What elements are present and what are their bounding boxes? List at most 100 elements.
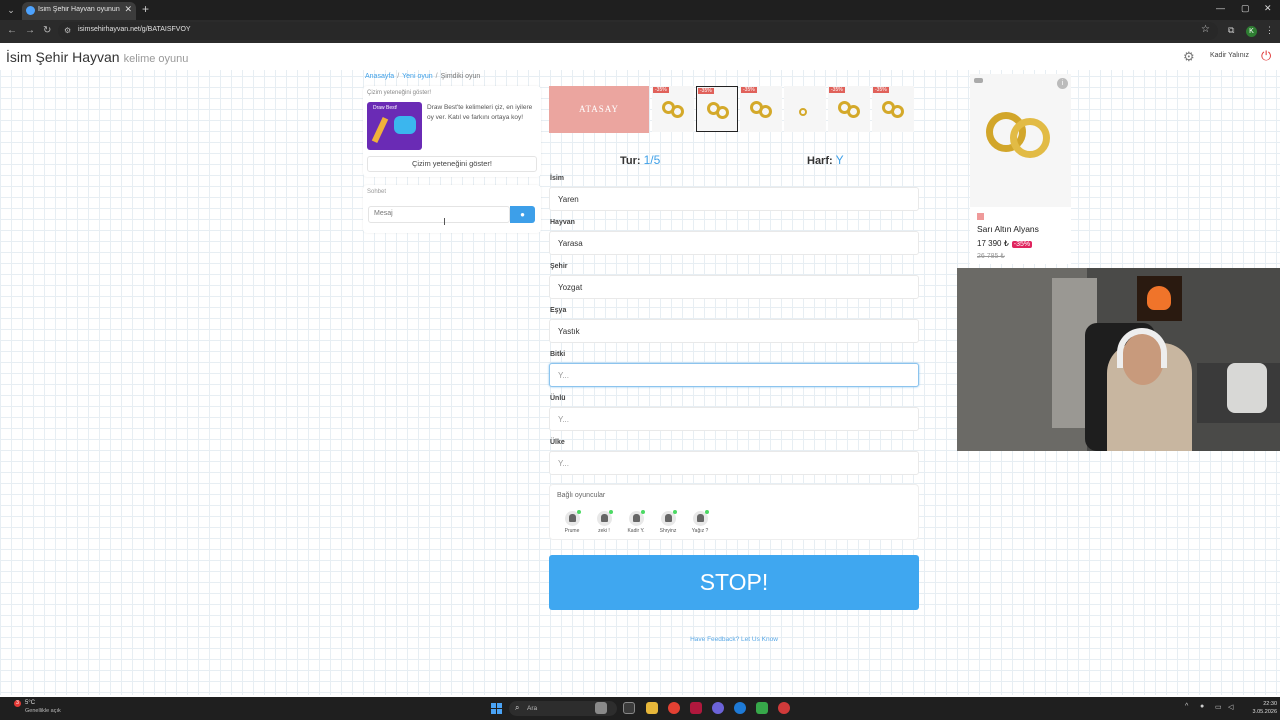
weather-badge[interactable]: 3 (14, 700, 21, 707)
chrome-icon[interactable] (668, 702, 680, 714)
app-icon[interactable] (756, 702, 768, 714)
back-icon[interactable]: ← (7, 25, 17, 36)
username[interactable]: Kadir Yalınız (1210, 52, 1249, 59)
players-title: Bağlı oyuncular (557, 492, 606, 499)
player-item[interactable]: Kadir Y. (623, 510, 649, 534)
promo-button[interactable]: Çizim yeteneğini göster! (367, 156, 537, 172)
ad-thumb[interactable]: -35% (652, 86, 694, 132)
tab-search-icon[interactable]: ⌄ (4, 3, 18, 17)
old-price: 26 785 ₺ (977, 253, 1005, 260)
search-icon: ⌕ (515, 703, 520, 712)
ad-strip: ATASAY -35% -35% -35% -35% -35% (549, 84, 919, 134)
new-tab-button[interactable]: + (142, 2, 149, 16)
plant-input[interactable]: Y... (549, 363, 919, 387)
site-info-icon[interactable]: ⚙ (64, 26, 71, 35)
ring-icon (759, 105, 772, 118)
chat-send-button[interactable]: ● (510, 206, 535, 223)
player-item[interactable]: Yağız ? (687, 510, 713, 534)
breadcrumb-new-game[interactable]: Yeni oyun (402, 73, 433, 80)
ad-logo[interactable]: ATASAY (549, 86, 649, 133)
app-icon[interactable] (690, 702, 702, 714)
tray-chevron-icon[interactable]: ^ (1185, 703, 1188, 710)
ad-thumb[interactable] (784, 86, 826, 132)
ad-choice-icon[interactable] (974, 78, 983, 83)
player-item[interactable]: Prume (559, 510, 585, 534)
field-label-country: Ülke (550, 439, 565, 446)
forward-icon[interactable]: → (25, 25, 35, 36)
search-placeholder: Ara (527, 705, 538, 712)
feedback-link[interactable]: Have Feedback? Let Us Know (549, 636, 919, 643)
address-bar[interactable]: ⚙ isimsehirhayvan.net/g/BATAISFVOY ☆ (58, 22, 1218, 40)
browser-tab[interactable]: İsim Şehir Hayvan oyununa kat ✕ (22, 2, 136, 20)
ad-thumb[interactable]: -35% (740, 86, 782, 132)
animal-input[interactable]: Yarasa (549, 231, 919, 255)
cam-chair (1227, 363, 1267, 413)
player-name: zeki ! (598, 528, 610, 534)
ring-icon (1010, 118, 1050, 158)
player-name: Yağız ? (691, 528, 709, 534)
user-icon (596, 510, 613, 526)
widget-icon[interactable] (595, 702, 607, 714)
app-icon[interactable] (778, 702, 790, 714)
celebrity-input[interactable]: Y... (549, 407, 919, 431)
extensions-icon[interactable]: ⧉ (1228, 25, 1234, 36)
gear-icon[interactable]: ⚙ (1183, 49, 1195, 65)
letter-indicator: Harf: Y (807, 153, 844, 167)
stop-button[interactable]: STOP! (549, 555, 919, 610)
promo-image[interactable]: Draw Best! (367, 102, 422, 150)
name-input[interactable]: Yaren (549, 187, 919, 211)
network-icon[interactable]: ▭ (1215, 703, 1222, 711)
country-input[interactable]: Y... (549, 451, 919, 475)
maximize-icon[interactable]: ▢ (1241, 3, 1250, 14)
site-brand[interactable]: İsim Şehir Hayvan kelime oyunu (6, 49, 188, 65)
edge-icon[interactable] (734, 702, 746, 714)
time: 22:30 (1263, 701, 1277, 707)
bookmark-star-icon[interactable]: ☆ (1201, 24, 1210, 35)
task-view-icon[interactable] (623, 702, 635, 714)
close-window-icon[interactable]: ✕ (1264, 3, 1272, 14)
player-item[interactable]: Shryinz (655, 510, 681, 534)
minimize-icon[interactable]: — (1216, 3, 1225, 13)
volume-icon[interactable]: ◁ (1228, 703, 1233, 711)
field-label-name: İsim (550, 175, 565, 182)
windows-start-icon[interactable] (491, 703, 502, 714)
info-icon[interactable]: i (1057, 78, 1068, 89)
weather-temp[interactable]: 5°C (25, 700, 35, 706)
object-input[interactable]: Yastık (549, 319, 919, 343)
ad-thumb[interactable]: -35% (828, 86, 870, 132)
brand-subtitle: kelime oyunu (123, 53, 189, 65)
breadcrumb-home[interactable]: Anasayfa (365, 73, 394, 80)
mic-icon[interactable]: ● (1200, 703, 1204, 710)
chat-input[interactable]: Mesaj (368, 206, 510, 223)
city-input[interactable]: Yozgat (549, 275, 919, 299)
reload-icon[interactable]: ↻ (43, 25, 51, 36)
file-explorer-icon[interactable] (646, 702, 658, 714)
clock[interactable]: 22:30 3.05.2026 (1243, 700, 1277, 716)
product-image[interactable]: i (970, 74, 1071, 207)
pendant-icon (799, 108, 807, 116)
browser-toolbar: ← → ↻ ⚙ isimsehirhayvan.net/g/BATAISFVOY… (0, 20, 1280, 43)
field-label-plant: Bitki (550, 351, 566, 358)
headphones (1117, 328, 1167, 368)
user-icon (564, 510, 581, 526)
player-item[interactable]: zeki ! (591, 510, 617, 534)
profile-avatar[interactable]: K (1246, 26, 1257, 37)
field-label-animal: Hayvan (550, 219, 575, 226)
player-name: Kadir Y. (627, 528, 645, 534)
brand-marker (977, 213, 984, 220)
field-label-city: Şehir (550, 263, 568, 270)
weather-desc[interactable]: Genellikle açık (25, 708, 61, 714)
ad-badge: -35% (873, 87, 889, 93)
tab-close-icon[interactable]: ✕ (124, 4, 132, 15)
ad-logo-text: ATASAY (579, 104, 619, 114)
discord-icon[interactable] (712, 702, 724, 714)
power-icon[interactable]: ⏻ (1261, 48, 1271, 64)
product-name: Sarı Altın Alyans (977, 224, 1039, 234)
ad-thumb[interactable]: -35% (696, 86, 738, 132)
ad-thumb[interactable]: -35% (872, 86, 914, 132)
product-ad[interactable]: i Sarı Altın Alyans 17 390 ₺ -35% 26 785 … (970, 74, 1071, 264)
cam-flame (1147, 286, 1171, 310)
ring-icon (671, 105, 684, 118)
favicon-icon (26, 6, 35, 15)
menu-dots-icon[interactable]: ⋮ (1265, 25, 1274, 36)
